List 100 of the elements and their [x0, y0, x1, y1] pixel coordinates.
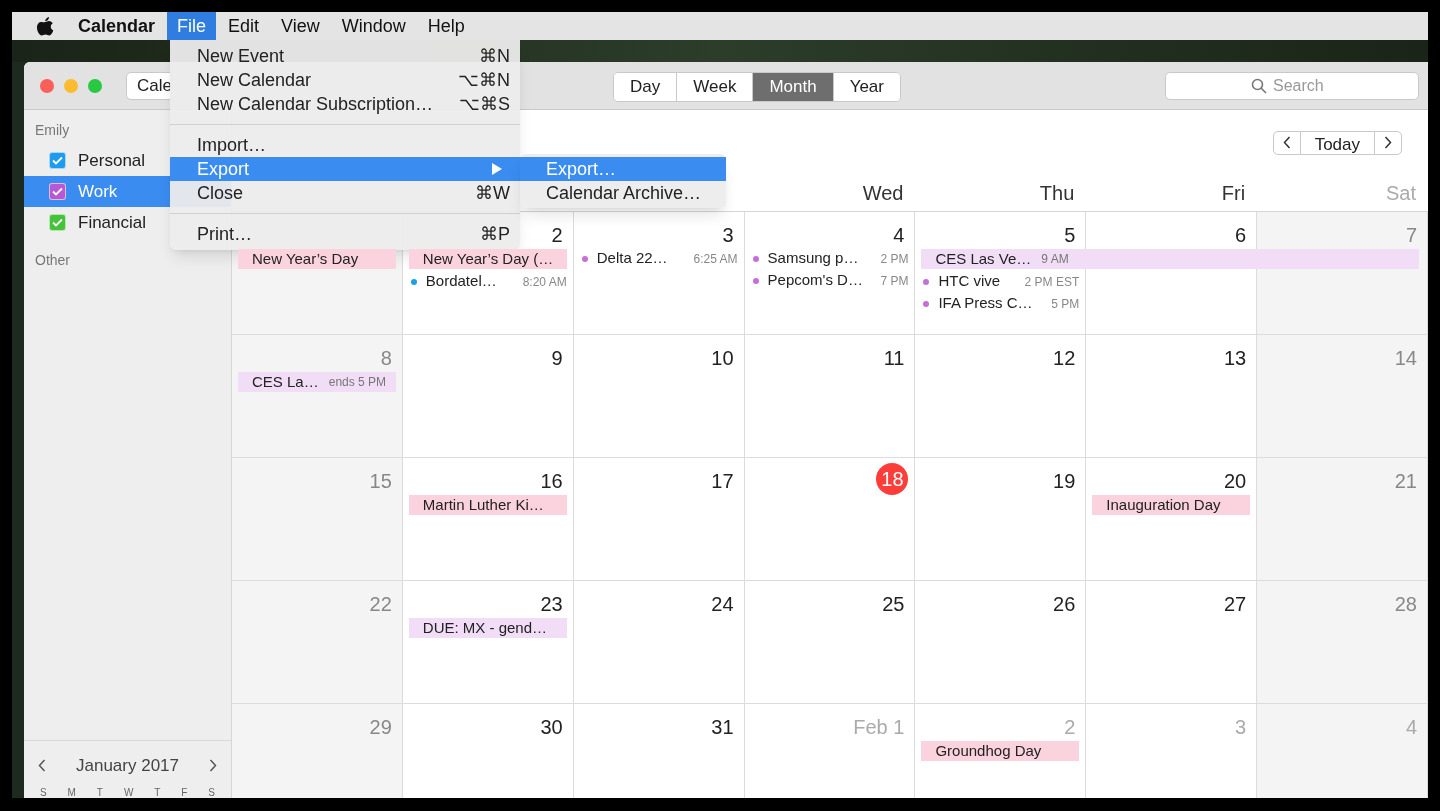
mini-calendar-weekday: S	[40, 785, 47, 798]
view-tab[interactable]: Year	[832, 73, 900, 101]
all-day-event[interactable]: CES La… ends 5 PM	[238, 372, 396, 392]
day-number: 20	[1223, 469, 1248, 492]
close-window-button[interactable]	[40, 78, 54, 93]
event-time: 2 PM EST	[1024, 273, 1080, 291]
next-month-icon[interactable]	[209, 759, 217, 773]
event-time: 8:20 AM	[522, 273, 567, 291]
all-day-event[interactable]: Groundhog Day	[921, 741, 1080, 761]
day-number: 28	[1394, 592, 1418, 615]
day-number: Feb 1	[853, 715, 906, 738]
all-day-event[interactable]: New Year’s Day	[238, 249, 396, 269]
shortcut-label: ⌥⌘N	[458, 68, 510, 92]
menu-item[interactable]: New Calendar Subscription… ⌥⌘S	[170, 92, 520, 116]
day-number: 8	[380, 346, 393, 369]
day-number: 15	[369, 469, 393, 492]
weekday-header: Wed	[862, 181, 904, 206]
checkmark-icon	[52, 218, 63, 227]
all-day-event[interactable]: New Year’s Day (…	[408, 249, 567, 269]
mini-calendar-weekday: T	[96, 785, 103, 798]
event-title[interactable]: IFA Press C…	[938, 292, 1046, 315]
day-number: 18	[876, 463, 909, 495]
checkmark-icon	[52, 156, 63, 165]
day-number: 10	[711, 346, 735, 369]
event-time: 6:25 AM	[693, 250, 738, 268]
event-title[interactable]: Delta 22…	[596, 247, 688, 270]
view-tab[interactable]: Month	[752, 73, 833, 101]
day-number: 19	[1053, 469, 1077, 492]
day-number: 17	[711, 469, 735, 492]
day-number: 11	[883, 346, 906, 369]
day-number: 16	[540, 469, 564, 492]
event-title[interactable]: Pepcom's D…	[767, 269, 875, 292]
day-number: 26	[1053, 592, 1077, 615]
calendar-checkbox[interactable]	[49, 214, 66, 231]
day-number: 27	[1223, 592, 1248, 615]
menu-bar-item[interactable]: Edit	[218, 12, 270, 40]
chevron-left-icon	[1282, 136, 1291, 149]
event-time: 2 PM	[880, 250, 909, 268]
next-month-button[interactable]	[1374, 130, 1402, 155]
event-title[interactable]: Samsung p…	[767, 247, 875, 270]
weekday-header: Thu	[1039, 181, 1075, 206]
calendars-button[interactable]: Cale	[126, 71, 172, 100]
day-number: 21	[1394, 469, 1418, 492]
menu-bar-item[interactable]: View	[271, 12, 330, 40]
view-tab[interactable]: Day	[614, 73, 677, 101]
shortcut-label: ⌘P	[480, 222, 510, 246]
sidebar-group-title: Emily	[34, 121, 71, 140]
menu-item[interactable]: Print… ⌘P	[170, 222, 520, 246]
day-number: 2	[551, 223, 564, 246]
previous-month-icon[interactable]	[38, 759, 46, 773]
search-input[interactable]: Search	[1273, 74, 1333, 98]
app-menu[interactable]: Calendar	[78, 12, 156, 40]
event-time: ends 5 PM	[328, 374, 387, 391]
mini-calendar-title: January 2017	[76, 755, 179, 777]
event-title[interactable]: HTC vive	[938, 270, 1019, 293]
apple-logo-icon[interactable]	[36, 16, 54, 36]
sidebar-group-title: Other	[34, 251, 71, 270]
menu-item[interactable]: Import…	[170, 133, 520, 157]
shortcut-label: ⌥⌘S	[459, 92, 510, 116]
shortcut-label: ⌘W	[475, 181, 510, 205]
menu-item[interactable]: Calendar Archive…	[520, 181, 726, 205]
all-day-event[interactable]: Inauguration Day	[1092, 495, 1251, 515]
day-number: 12	[1053, 346, 1077, 369]
event-time: 9 AM	[1041, 251, 1069, 268]
search-icon	[1251, 78, 1267, 94]
view-tab[interactable]: Week	[676, 73, 753, 101]
chevron-right-icon	[1384, 136, 1392, 149]
day-number: 4	[1405, 715, 1418, 738]
day-number: 22	[369, 592, 393, 615]
day-number: 14	[1394, 346, 1418, 369]
day-number: 25	[882, 592, 906, 615]
today-button[interactable]: Today	[1300, 130, 1374, 155]
search-field[interactable]: Search	[1165, 72, 1419, 100]
weekday-header: Fri	[1221, 181, 1246, 206]
all-day-event[interactable]: CES Las Ve… 9 AM	[921, 249, 1419, 269]
day-number: 30	[540, 715, 564, 738]
day-number: 24	[711, 592, 735, 615]
weekday-header: Sat	[1385, 181, 1416, 206]
menu-bar-item[interactable]: Window	[331, 12, 416, 40]
menu-item[interactable]: New Calendar ⌥⌘N	[170, 68, 520, 92]
menu-bar-item[interactable]: Help	[417, 12, 475, 40]
checkmark-icon	[52, 187, 63, 196]
event-time: 5 PM	[1051, 295, 1080, 313]
event-title[interactable]: Bordatel…	[425, 270, 517, 293]
mini-calendar-weekday: T	[154, 785, 161, 798]
day-number: 4	[893, 223, 906, 246]
day-number: 29	[369, 715, 393, 738]
day-number: 5	[1064, 223, 1077, 246]
day-number: 31	[711, 715, 735, 738]
calendar-checkbox[interactable]	[49, 183, 66, 200]
mini-calendar-weekday: M	[67, 785, 76, 798]
day-number: 3	[722, 223, 735, 246]
menu-bar-item[interactable]: File	[167, 12, 217, 40]
calendar-checkbox[interactable]	[49, 152, 66, 169]
all-day-event[interactable]: DUE: MX - gend…	[408, 618, 567, 638]
previous-month-button[interactable]	[1272, 130, 1301, 155]
mini-calendar-weekday: S	[208, 785, 215, 798]
menu-item[interactable]: New Event ⌘N	[170, 44, 520, 68]
shortcut-label: ⌘N	[479, 44, 510, 68]
all-day-event[interactable]: Martin Luther Ki…	[408, 495, 567, 515]
